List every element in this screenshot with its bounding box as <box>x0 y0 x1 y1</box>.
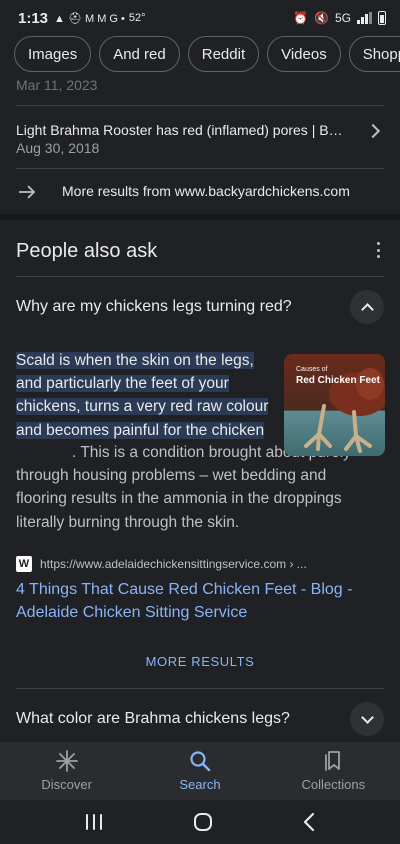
answer-highlight: Scald is when the skin on the legs, and … <box>16 352 269 439</box>
nav-search[interactable]: Search <box>133 742 266 800</box>
system-navigation-bar <box>0 800 400 844</box>
question-1[interactable]: Why are my chickens legs turning red? <box>16 298 292 316</box>
more-results-from-site-label: More results from www.backyardchickens.c… <box>62 183 350 199</box>
source-url: https://www.adelaidechickensittingservic… <box>40 557 307 571</box>
chip-images[interactable]: Images <box>14 36 92 72</box>
notification-glyphs: ▲ ⛑ M M G • <box>54 12 125 25</box>
filter-chips: Images And red Reddit Videos Shopping <box>0 36 400 76</box>
battery-icon <box>378 11 386 25</box>
thumbnail-caption-small: Causes of <box>296 366 328 373</box>
nav-discover-label: Discover <box>41 777 92 792</box>
network-label: 5G <box>334 11 351 25</box>
mute-icon: 🔇 <box>314 11 329 25</box>
chevron-right-icon[interactable] <box>365 123 381 139</box>
divider <box>16 168 384 169</box>
answer-snippet: Scald is when the skin on the legs, and … <box>16 349 272 442</box>
chevron-down-icon <box>360 710 374 724</box>
source-row[interactable]: W https://www.adelaidechickensittingserv… <box>16 556 307 572</box>
chip-and-red[interactable]: And red <box>99 36 180 72</box>
answer-thumbnail[interactable]: Causes of Red Chicken Feet <box>284 354 385 456</box>
result-date: Aug 30, 2018 <box>16 140 100 156</box>
more-options-icon[interactable] <box>376 242 380 258</box>
previous-result-date: Mar 11, 2023 <box>16 78 98 92</box>
chip-reddit[interactable]: Reddit <box>187 36 260 72</box>
site-favicon-icon: W <box>16 556 32 572</box>
notification-icons: ▲ ⛑ M M G • 52° <box>54 12 146 25</box>
more-results-button[interactable]: MORE RESULTS <box>0 654 400 669</box>
back-icon[interactable] <box>302 812 316 832</box>
signal-icon <box>357 12 372 24</box>
bookmarks-icon <box>325 751 341 771</box>
nav-search-label: Search <box>179 777 221 792</box>
home-icon[interactable] <box>193 812 213 832</box>
chip-videos[interactable]: Videos <box>267 36 341 72</box>
arrow-right-icon <box>19 185 36 199</box>
question-2[interactable]: What color are Brahma chickens legs? <box>16 710 290 728</box>
result-title[interactable]: Light Brahma Rooster has red (inflamed) … <box>16 122 346 138</box>
nav-collections-label: Collections <box>301 777 366 792</box>
divider <box>16 105 384 106</box>
search-icon <box>190 751 211 772</box>
section-separator <box>0 214 400 220</box>
expand-question-button[interactable] <box>350 702 384 736</box>
nav-discover[interactable]: Discover <box>0 742 133 800</box>
status-bar: 1:13 ▲ ⛑ M M G • 52° ⏰ 🔇 5G <box>0 0 400 36</box>
alarm-icon: ⏰ <box>293 11 309 25</box>
chevron-up-icon <box>360 302 374 316</box>
bottom-navigation: Discover Search Collections <box>0 742 400 800</box>
chip-shopping[interactable]: Shopping <box>348 36 400 72</box>
divider <box>16 276 384 277</box>
thumbnail-caption: Red Chicken Feet <box>296 375 380 386</box>
source-link[interactable]: 4 Things That Cause Red Chicken Feet - B… <box>16 578 376 624</box>
collapse-question-button[interactable] <box>350 290 384 324</box>
divider <box>16 688 384 689</box>
results-content: Mar 11, 2023 Light Brahma Rooster has re… <box>0 76 400 742</box>
temperature: 52° <box>128 12 146 24</box>
answer-rest-text: . This is a condition brought about pure… <box>16 444 351 531</box>
asterisk-icon <box>55 750 78 772</box>
people-also-ask-title: People also ask <box>16 240 158 262</box>
nav-collections[interactable]: Collections <box>267 742 400 800</box>
recent-apps-icon[interactable] <box>84 813 104 831</box>
status-time: 1:13 <box>18 9 49 27</box>
more-results-from-site[interactable]: More results from www.backyardchickens.c… <box>0 172 400 212</box>
